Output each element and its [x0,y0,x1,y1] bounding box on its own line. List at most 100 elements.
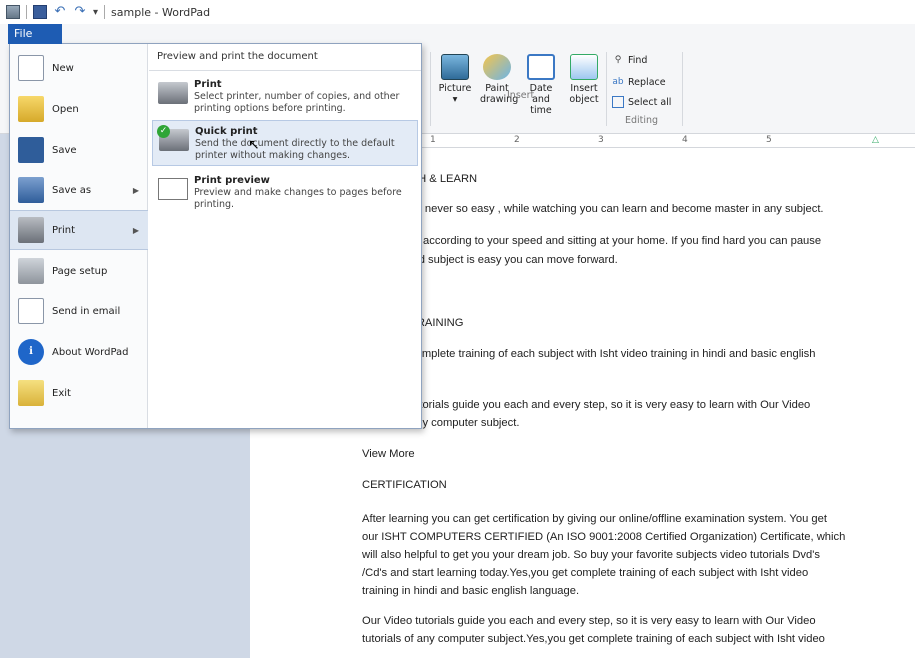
page-setup-icon [18,258,44,284]
insert-object-icon [570,54,598,80]
doc-line: training in hindi and basic english lang… [362,585,580,597]
doc-line: rn according to your speed and sitting a… [410,235,822,247]
select-all-label: Select all [628,96,672,108]
redo-icon[interactable]: ↷ [73,5,87,19]
replace-icon: ab [612,77,624,87]
find-label: Find [628,54,648,66]
picture-label: Picture [438,83,472,94]
doc-line: as never so easy , while watching you ca… [410,203,824,215]
save-as-icon [18,177,44,203]
toolbar-separator [26,5,27,19]
ruler-mark: 1 [430,135,436,145]
doc-line: any computer subject. [410,417,520,429]
menu-item-about[interactable]: i About WordPad [10,332,148,372]
replace-button[interactable]: ab Replace [612,76,666,88]
doc-line: After learning you can get certification… [362,513,827,525]
print-preview-icon [158,178,188,200]
picture-icon [441,54,469,80]
menu-item-print[interactable]: Print ▶ [10,210,148,250]
menu-item-label: About WordPad [52,346,129,358]
editing-group-label: Editing [625,115,659,126]
ruler-mark: 4 [682,135,688,145]
menu-item-label: Print [52,224,76,236]
right-indent-marker-icon[interactable]: △ [872,135,879,145]
paint-drawing-icon [483,54,511,80]
menu-item-label: Save as [52,184,92,196]
menu-item-save-as[interactable]: Save as ▶ [10,170,148,210]
ribbon-group-divider [430,52,431,126]
ruler-mark: 2 [514,135,520,145]
open-folder-icon [18,96,44,122]
print-submenu: Preview and print the document Print Sel… [149,44,421,428]
quick-print-icon: ✓ [157,125,189,151]
save-icon [18,137,44,163]
insert-object-button[interactable]: Insert object [564,54,604,105]
menu-item-save[interactable]: Save [10,130,148,170]
printer-icon [158,82,188,104]
calendar-icon [527,54,555,80]
doc-line: our ISHT COMPUTERS CERTIFIED (An ISO 900… [362,531,846,543]
ribbon-group-divider [682,52,683,126]
title-bar: ↶ ↷ ▾ sample - WordPad [0,0,915,24]
doc-line: tutorials of any computer subject.Yes,yo… [362,633,825,645]
doc-line: Our Video tutorials guide you each and e… [362,615,816,627]
customize-toolbar-dropdown-icon[interactable]: ▾ [93,7,98,18]
doc-line: /Cd's and start learning today.Yes,you g… [362,567,809,579]
menu-item-label: Open [52,103,79,115]
select-all-icon [612,96,624,108]
ruler-mark: 3 [598,135,604,145]
new-document-icon [18,55,44,81]
doc-line: complete training of each subject with I… [410,348,816,360]
submenu-quick-print[interactable]: ✓ Quick print Send the document directly… [152,120,418,166]
ribbon-group-divider [606,52,607,126]
menu-item-send-email[interactable]: Send in email [10,291,148,331]
undo-icon[interactable]: ↶ [53,5,67,19]
menu-item-exit[interactable]: Exit [10,373,148,413]
doc-line: tutorials guide you each and every step,… [410,399,811,411]
menu-item-page-setup[interactable]: Page setup [10,251,148,291]
file-tab[interactable]: File [8,24,62,44]
printer-icon [18,217,44,243]
menu-item-label: Exit [52,387,71,399]
ruler-mark: 5 [766,135,772,145]
submenu-item-title: Print preview [194,175,270,186]
window-title: sample - WordPad [111,5,211,19]
submenu-arrow-icon: ▶ [132,185,139,195]
submenu-header: Preview and print the document [149,51,421,71]
menu-item-label: New [52,62,74,74]
exit-icon [18,380,44,406]
menu-item-open[interactable]: Open [10,89,148,129]
view-more-link[interactable]: View More [362,445,415,463]
replace-label: Replace [628,76,666,88]
mouse-cursor-icon: ↖ [248,137,260,153]
menu-item-new[interactable]: New [10,48,148,88]
submenu-item-description: Preview and make changes to pages before… [194,187,402,210]
menu-item-label: Send in email [52,305,121,317]
file-menu: New Open Save Save as ▶ Print ▶ Page set… [9,43,422,429]
doc-line: will also helpful to get you your dream … [362,549,820,561]
submenu-item-description: Send the document directly to the defaul… [195,138,395,161]
find-button[interactable]: ⚲ Find [612,54,648,66]
wordpad-app-icon[interactable] [6,5,20,19]
checkmark-icon: ✓ [157,125,170,138]
submenu-print-preview[interactable]: Print preview Preview and make changes t… [152,170,418,216]
submenu-item-title: Print [194,79,222,90]
info-icon: i [18,339,44,365]
submenu-print[interactable]: Print Select printer, number of copies, … [152,74,418,120]
binoculars-icon: ⚲ [614,55,622,65]
doc-heading: CERTIFICATION [362,479,447,491]
email-icon [18,298,44,324]
menu-item-label: Save [52,144,77,156]
file-menu-commands: New Open Save Save as ▶ Print ▶ Page set… [10,44,148,428]
toolbar-separator [104,5,106,19]
submenu-item-title: Quick print [195,126,258,137]
select-all-button[interactable]: Select all [612,96,671,108]
submenu-item-description: Select printer, number of copies, and ot… [194,91,400,114]
quick-save-icon[interactable] [33,5,47,19]
insert-group-label: Insert [507,90,535,101]
picture-button[interactable]: Picture ▾ [436,54,474,105]
menu-item-label: Page setup [52,265,108,277]
doc-line: ind subject is easy you can move forward… [410,254,618,266]
date-time-button[interactable]: Date and time [520,54,562,116]
insert-object-label: Insert object [569,83,599,105]
